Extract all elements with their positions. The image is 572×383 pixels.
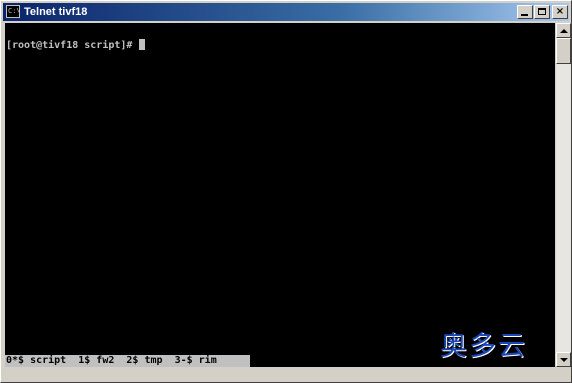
maximize-icon [538,8,546,15]
window-title: Telnet tivf18 [24,6,88,18]
arrow-down-icon [560,358,568,362]
maximize-button[interactable] [534,5,550,19]
title-bar[interactable]: C:\ Telnet tivf18 × [3,3,569,21]
scroll-up-button[interactable] [556,23,571,38]
shell-prompt-line: [root@tivf18 script]# [6,39,146,52]
vertical-scrollbar[interactable] [556,23,571,367]
arrow-up-icon [560,29,568,33]
terminal-area[interactable]: [root@tivf18 script]# 0*$ script 1$ fw2 … [5,23,555,367]
telnet-window: C:\ Telnet tivf18 × [root@tivf18 script]… [0,0,572,383]
scroll-down-button[interactable] [556,352,571,367]
watermark-logo: 奥多云 [440,331,527,362]
text-cursor [139,39,146,50]
shell-prompt: [root@tivf18 script]# [6,40,139,51]
screen-window-list: 0*$ script 1$ fw2 2$ tmp 3-$ rim [5,355,250,367]
scrollbar-thumb[interactable] [556,38,571,64]
close-icon: × [555,6,565,17]
minimize-icon [521,14,528,16]
console-icon[interactable]: C:\ [6,5,20,18]
close-button[interactable]: × [552,5,568,19]
minimize-button[interactable] [517,5,533,19]
